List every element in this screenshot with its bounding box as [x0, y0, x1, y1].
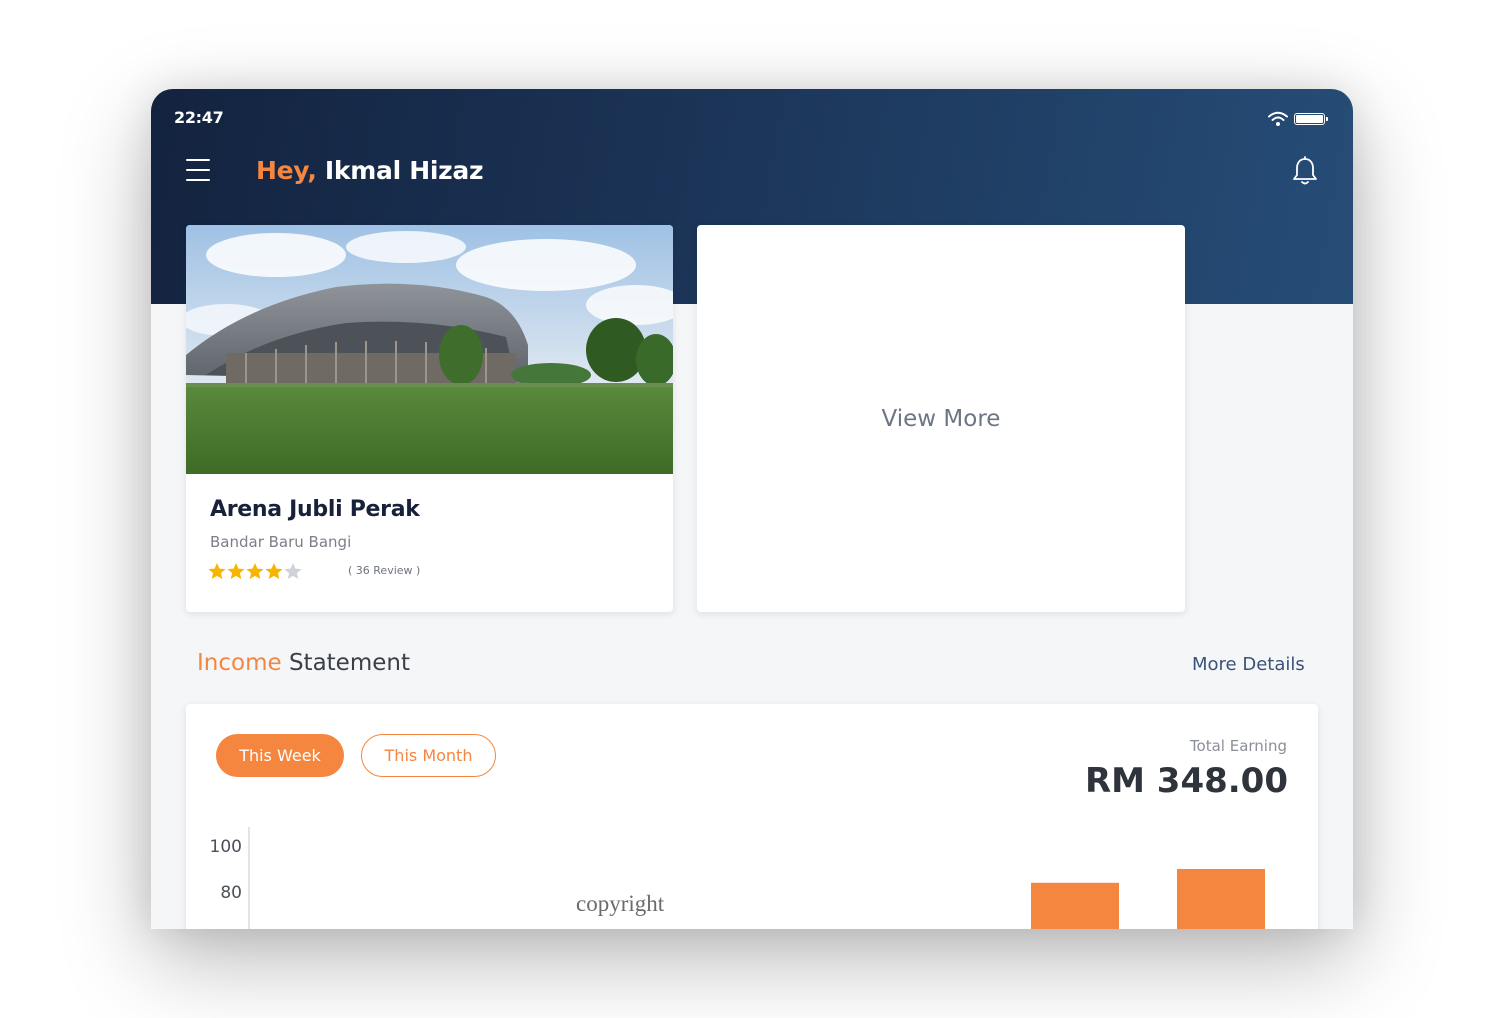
view-more-label: View More: [881, 405, 1001, 432]
venue-location: Bandar Baru Bangi: [210, 533, 352, 551]
tab-this-month[interactable]: This Month: [361, 734, 496, 777]
tablet-screen: 22:47 Hey, Ikmal Hizaz Arena Jubli Perak…: [151, 89, 1353, 929]
chart-bar: [1031, 882, 1119, 929]
star-filled-icon: [208, 563, 226, 579]
user-name: Ikmal Hizaz: [316, 156, 484, 185]
watermark: copyright: [576, 891, 665, 916]
greeting: Hey, Ikmal Hizaz: [256, 156, 484, 185]
battery-icon: [1294, 113, 1328, 125]
star-filled-icon: [265, 563, 283, 579]
star-empty-icon: [284, 563, 302, 579]
review-count: ( 36 Review ): [348, 564, 421, 577]
star-filled-icon: [227, 563, 245, 579]
venue-photo: [186, 225, 673, 474]
star-rating: [208, 562, 302, 580]
view-more-card[interactable]: View More: [697, 225, 1185, 612]
hamburger-menu-icon[interactable]: [186, 159, 210, 183]
y-tick-label: 80: [220, 883, 242, 903]
income-statement-title: Income Statement: [197, 650, 410, 676]
title-accent: Income: [197, 650, 282, 676]
bell-icon[interactable]: [1291, 156, 1319, 186]
tab-this-week[interactable]: This Week: [216, 734, 344, 777]
greeting-prefix: Hey,: [256, 156, 317, 185]
venue-name: Arena Jubli Perak: [210, 497, 420, 522]
total-earning-value: RM 348.00: [1084, 761, 1288, 801]
status-time: 22:47: [174, 108, 224, 127]
total-earning-label: Total Earning: [1189, 737, 1287, 755]
wifi-icon: [1268, 111, 1288, 126]
venue-card[interactable]: Arena Jubli Perak Bandar Baru Bangi ( 36…: [186, 225, 673, 612]
y-tick-label: 100: [210, 837, 242, 857]
star-filled-icon: [246, 563, 264, 579]
income-chart: 100 80: [210, 827, 1265, 929]
chart-bar: [1177, 869, 1265, 929]
income-card: This Week This Month Total Earning RM 34…: [186, 704, 1318, 929]
title-rest: Statement: [281, 650, 410, 676]
more-details-link[interactable]: More Details: [1192, 654, 1305, 675]
